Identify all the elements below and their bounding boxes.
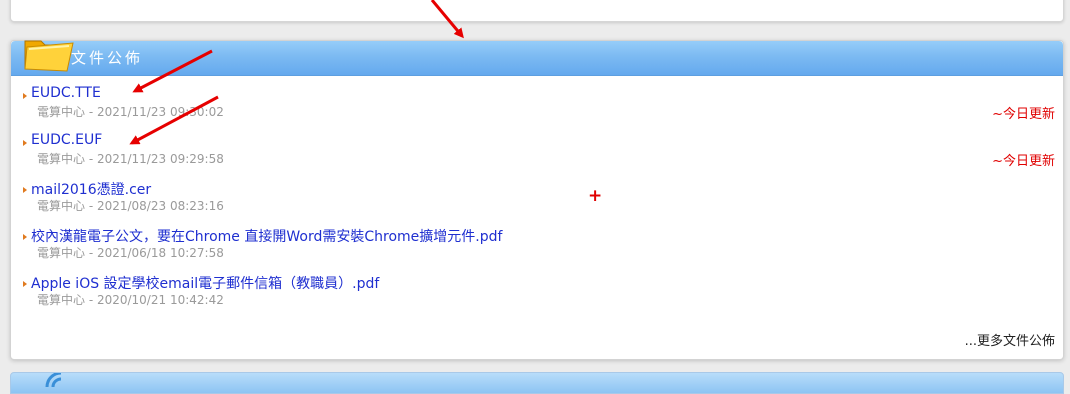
document-meta: 電算中心 - 2021/11/23 09:30:02 <box>37 105 224 119</box>
previous-panel <box>10 0 1064 22</box>
list-item: 校內漢龍電子公文，要在Chrome 直接開Word需安裝Chrome擴增元件.p… <box>11 228 1063 275</box>
list-item: Apple iOS 設定學校email電子郵件信箱（教職員）.pdf 電算中心 … <box>11 275 1063 322</box>
triangle-bullet-icon <box>23 281 27 287</box>
plus-annotation: + <box>588 186 603 206</box>
triangle-bullet-icon <box>23 93 27 99</box>
panel-header: 文件公佈 <box>11 40 1063 76</box>
folder-icon <box>24 40 74 72</box>
document-meta: 電算中心 - 2021/06/18 10:27:58 <box>37 246 224 260</box>
document-meta: 電算中心 - 2021/11/23 09:29:58 <box>37 152 224 166</box>
document-list: EUDC.TTE 電算中心 - 2021/11/23 09:30:02 ~今日更… <box>11 85 1063 322</box>
document-link[interactable]: mail2016憑證.cer <box>31 179 151 199</box>
rss-icon <box>45 373 62 387</box>
triangle-bullet-icon <box>23 140 27 146</box>
panel-title: 文件公佈 <box>71 49 144 67</box>
document-link[interactable]: EUDC.EUF <box>31 132 102 148</box>
document-link[interactable]: Apple iOS 設定學校email電子郵件信箱（教職員）.pdf <box>31 273 379 293</box>
document-meta: 電算中心 - 2020/10/21 10:42:42 <box>37 293 224 307</box>
updated-today-badge: ~今日更新 <box>992 154 1055 169</box>
more-documents-link[interactable]: ...更多文件公佈 <box>965 330 1055 349</box>
next-panel-header <box>10 372 1064 394</box>
document-link[interactable]: EUDC.TTE <box>31 85 101 101</box>
document-meta: 電算中心 - 2021/08/23 08:23:16 <box>37 199 224 213</box>
list-item: EUDC.TTE 電算中心 - 2021/11/23 09:30:02 ~今日更… <box>11 85 1063 134</box>
triangle-bullet-icon <box>23 234 27 240</box>
document-link[interactable]: 校內漢龍電子公文，要在Chrome 直接開Word需安裝Chrome擴增元件.p… <box>31 226 502 246</box>
triangle-bullet-icon <box>23 187 27 193</box>
document-announcements-panel: 文件公佈 EUDC.TTE 電算中心 - 2021/11/23 09:30:02… <box>10 40 1064 360</box>
list-item: EUDC.EUF 電算中心 - 2021/11/23 09:29:58 ~今日更… <box>11 132 1063 181</box>
updated-today-badge: ~今日更新 <box>992 107 1055 122</box>
list-item: mail2016憑證.cer 電算中心 - 2021/08/23 08:23:1… <box>11 181 1063 228</box>
